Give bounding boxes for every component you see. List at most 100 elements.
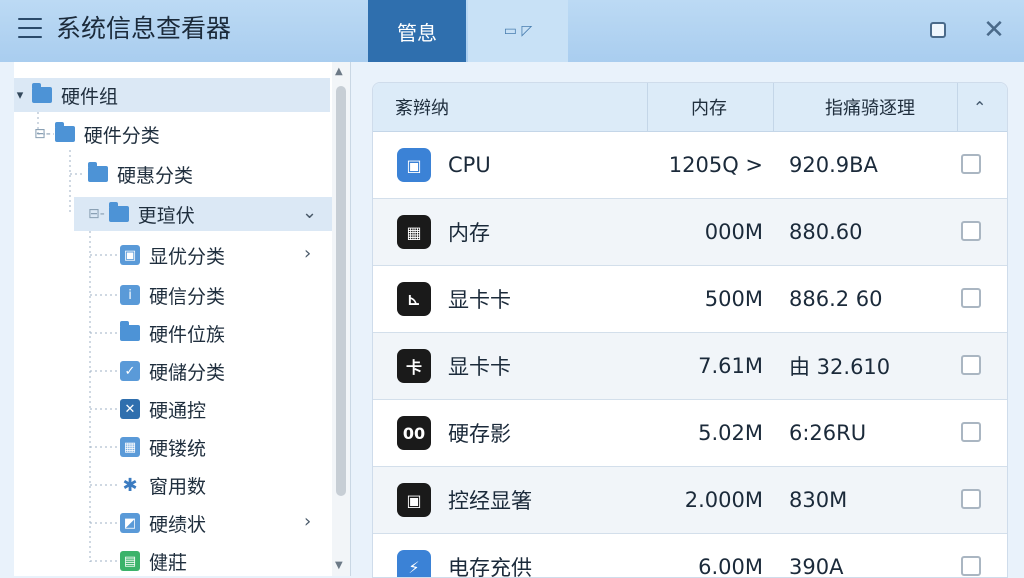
tree-item-health[interactable]: ▤ 健莊 — [120, 544, 187, 576]
tree-item-label: 窗用数 — [149, 475, 207, 498]
gpu-icon: ⊾ — [397, 282, 431, 316]
table-row[interactable]: ▦ 内存 000M 880.60 — [373, 199, 1007, 266]
row-checkbox[interactable] — [961, 288, 981, 308]
tree-item-expanded-group[interactable]: ⊟- 更瑄伏 ⌄ — [74, 197, 344, 231]
row-memory: 7.61M — [698, 354, 763, 378]
row-rate: 880.60 — [789, 220, 863, 244]
tree-item-label: 硬通控 — [149, 399, 207, 422]
row-memory: 500M — [704, 287, 763, 311]
tree-item-label: 硬信分类 — [149, 285, 226, 308]
tree-item-label: 更瑄伏 — [137, 204, 195, 227]
tree-item-stats[interactable]: ▦ 硬镂统 — [120, 430, 206, 464]
chevron-right-icon[interactable]: › — [304, 511, 311, 532]
close-button[interactable]: ✕ — [980, 15, 1008, 45]
table-row[interactable]: 00 硬存影 5.02M 6:26RU — [373, 400, 1007, 467]
row-checkbox[interactable] — [961, 221, 981, 241]
row-name: 硬存影 — [448, 422, 511, 446]
tree-item-label: 硬镂统 — [149, 437, 207, 460]
tab-display[interactable]: ▭ ◸ — [468, 0, 568, 62]
disk-icon: 00 — [397, 416, 431, 450]
chevron-down-icon[interactable]: ⌄ — [302, 202, 317, 223]
app-title: 系统信息查看器 — [56, 14, 232, 43]
row-checkbox[interactable] — [961, 556, 981, 576]
table-row[interactable]: ⊾ 显卡卡 500M 886.2 60 — [373, 266, 1007, 333]
row-checkbox[interactable] — [961, 154, 981, 174]
tree-item-category-a[interactable]: 硬惠分类 — [88, 157, 193, 191]
row-rate: 6:26RU — [789, 421, 867, 445]
folder-icon — [88, 162, 108, 182]
row-memory: 6.00M — [698, 555, 763, 578]
column-header-name[interactable]: 紊辫纳 — [395, 83, 449, 131]
network-icon: ✱ — [122, 474, 138, 496]
column-header-rate[interactable]: 指痛骑逐理 — [825, 83, 915, 131]
image-icon: ◩ — [120, 513, 140, 533]
row-rate: 830M — [789, 488, 848, 512]
row-checkbox[interactable] — [961, 355, 981, 375]
row-checkbox[interactable] — [961, 422, 981, 442]
column-divider — [773, 83, 774, 131]
tree-item-label: 硬惠分类 — [117, 164, 194, 187]
collapse-box-icon[interactable]: ⊟- — [34, 126, 51, 142]
row-name: CPU — [448, 153, 491, 177]
chip-icon: ▣ — [397, 483, 431, 517]
column-divider — [957, 83, 958, 131]
tree-panel: ▾ 硬件组 ⊟- 硬件分类 硬惠分类 ⊟- 更瑄伏 ⌄ ▣ 显优分类 › i 硬… — [14, 62, 351, 576]
tab-manage[interactable]: 管息 — [368, 0, 466, 62]
column-header-memory[interactable]: 内存 — [691, 83, 727, 131]
folder-icon — [54, 122, 75, 142]
tree-item-label: 硬绩状 — [149, 513, 207, 536]
row-name: 电存充供 — [448, 556, 532, 578]
row-memory: 000M — [704, 220, 763, 244]
tree-item-label: 硬件分类 — [83, 124, 160, 147]
tree-item-position[interactable]: 硬件位族 — [120, 316, 225, 350]
table-row[interactable]: ▣ 控经显箸 2.000M 830M — [373, 467, 1007, 534]
display-icon: ▣ — [120, 245, 140, 265]
folder-icon — [32, 83, 52, 103]
row-rate: 886.2 60 — [789, 287, 883, 311]
scroll-down-icon[interactable]: ▼ — [335, 560, 343, 571]
row-rate: 由 32.610 — [789, 355, 891, 379]
health-icon: ▤ — [120, 551, 140, 571]
menu-icon[interactable] — [18, 18, 42, 38]
tree-item-status[interactable]: ◩ 硬绩状 — [120, 506, 206, 540]
battery-icon: ⚡ — [397, 550, 431, 577]
chart-icon: ▦ — [120, 437, 140, 457]
table-row[interactable]: 卡 显卡卡 7.61M 由 32.610 — [373, 333, 1007, 400]
restore-button[interactable] — [924, 16, 952, 44]
sort-up-icon[interactable]: ⌃ — [973, 83, 986, 131]
tree-item-display[interactable]: ▣ 显优分类 — [120, 238, 225, 272]
cross-icon: ✕ — [120, 399, 140, 419]
row-memory: 1205Q > — [668, 153, 763, 177]
info-icon: i — [120, 285, 140, 305]
row-rate: 390A — [789, 555, 844, 578]
tree-item-info[interactable]: i 硬信分类 — [120, 278, 225, 312]
row-memory: 2.000M — [684, 488, 763, 512]
row-checkbox[interactable] — [961, 489, 981, 509]
row-rate: 920.9BA — [789, 153, 878, 177]
tree-item-storage[interactable]: ✓ 硬儲分类 — [120, 354, 225, 388]
table-row[interactable]: ⚡ 电存充供 6.00M 390A — [373, 534, 1007, 578]
tree-item-label: 硬儲分类 — [149, 361, 226, 384]
column-divider — [647, 83, 648, 131]
expand-caret-icon[interactable]: ▾ — [14, 88, 26, 103]
table-header: 紊辫纳 内存 指痛骑逐理 ⌃ — [373, 83, 1007, 132]
row-name: 控经显箸 — [448, 489, 532, 513]
table-row[interactable]: ▣ CPU 1205Q > 920.9BA — [373, 132, 1007, 199]
tree-scrollbar[interactable]: ▲ ▼ — [332, 62, 350, 576]
scroll-up-icon[interactable]: ▲ — [335, 66, 343, 77]
collapse-box-icon[interactable]: ⊟- — [88, 206, 105, 222]
tree-item-hardware-category[interactable]: ⊟- 硬件分类 — [34, 117, 160, 151]
chevron-right-icon[interactable]: › — [304, 243, 311, 264]
memory-icon: ▦ — [397, 215, 431, 249]
tree-item-control[interactable]: ✕ 硬通控 — [120, 392, 206, 426]
folder-icon — [108, 202, 129, 222]
tree-item-label: 显优分类 — [149, 245, 226, 268]
tree-item-label: 硬件组 — [61, 85, 119, 108]
tree-item-label: 健莊 — [149, 551, 188, 574]
cpu-icon: ▣ — [397, 148, 431, 182]
scroll-thumb[interactable] — [336, 86, 346, 496]
card-icon: 卡 — [397, 349, 431, 383]
tree-item-hardware-group[interactable]: ▾ 硬件组 — [14, 78, 330, 112]
tree-item-network[interactable]: ✱ 窗用数 — [120, 468, 206, 502]
hardware-table: 紊辫纳 内存 指痛骑逐理 ⌃ ▣ CPU 1205Q > 920.9BA ▦ 内… — [372, 82, 1008, 578]
